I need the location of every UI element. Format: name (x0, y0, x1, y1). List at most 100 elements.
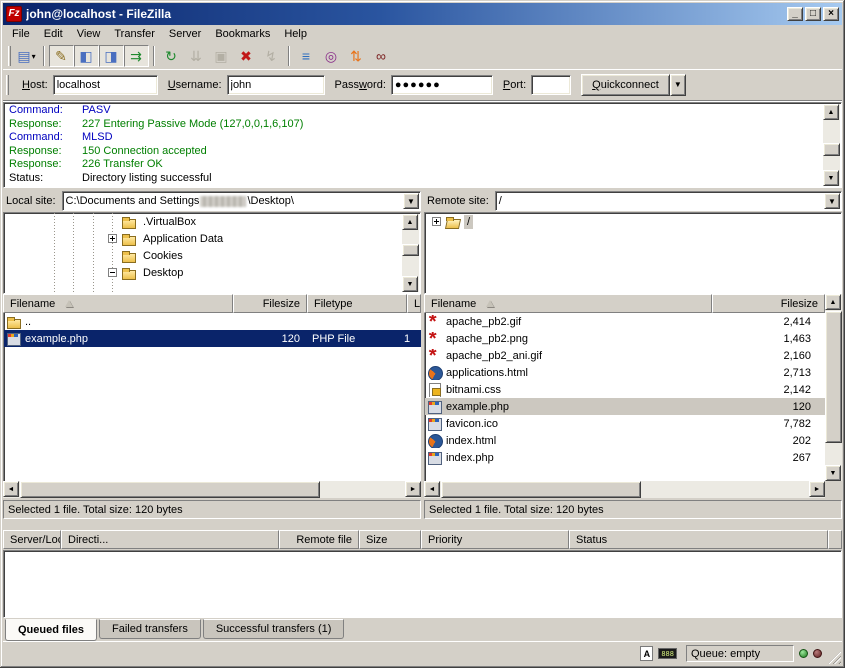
scrollbar-thumb[interactable] (441, 481, 641, 498)
local-list-hscrollbar[interactable]: ◄ ► (3, 481, 421, 498)
applications.html[interactable]: applications.html 2,713 (425, 364, 825, 381)
queue-column-header[interactable] (828, 530, 842, 549)
tree-expander-icon[interactable] (108, 234, 117, 243)
tree-item[interactable]: / (425, 213, 841, 230)
tab-failed-transfers[interactable]: Failed transfers (99, 619, 201, 639)
site-manager-button[interactable]: ▤▾ (14, 45, 39, 67)
..[interactable]: .. (4, 313, 421, 330)
example.php[interactable]: example.php 120 (425, 398, 825, 415)
menu-view[interactable]: View (70, 26, 108, 42)
scroll-up-icon[interactable]: ▲ (825, 294, 841, 310)
menu-transfer[interactable]: Transfer (107, 26, 162, 42)
scroll-up-icon[interactable]: ▲ (402, 214, 418, 230)
html-file-icon (427, 434, 443, 448)
filter-button[interactable]: ≡ (294, 45, 319, 67)
apache_pb2_ani.gif[interactable]: apache_pb2_ani.gif 2,160 (425, 347, 825, 364)
column-header-filename[interactable]: Filename (424, 294, 712, 313)
column-header-filesize[interactable]: Filesize (712, 294, 825, 313)
bitnami.css[interactable]: bitnami.css 2,142 (425, 381, 825, 398)
queue-column-header[interactable]: Priority (421, 530, 569, 549)
refresh-button[interactable]: ↻ (159, 45, 184, 67)
toolbar-separator (153, 46, 155, 66)
menu-bookmarks[interactable]: Bookmarks (208, 26, 277, 42)
username-input[interactable] (227, 75, 325, 95)
tree-item[interactable]: Application Data (4, 230, 420, 247)
log-scrollbar[interactable]: ▲ ▼ (823, 104, 840, 186)
ico-file-icon (427, 417, 443, 431)
close-button[interactable]: × (823, 7, 839, 21)
minimize-button[interactable]: _ (787, 7, 803, 21)
process-queue-button[interactable]: ⇊ (184, 45, 209, 67)
index.html[interactable]: index.html 202 (425, 432, 825, 449)
scroll-left-icon[interactable]: ◄ (424, 481, 440, 497)
remote-list-hscrollbar[interactable]: ◄ ► (424, 481, 825, 498)
column-header-filesize[interactable]: Filesize (233, 294, 307, 313)
tab-queued-files[interactable]: Queued files (5, 619, 97, 641)
scroll-up-icon[interactable]: ▲ (823, 104, 839, 120)
host-input[interactable] (53, 75, 158, 95)
scrollbar-thumb[interactable] (825, 311, 842, 443)
password-label: Password: (335, 79, 386, 91)
sort-ascending-icon (486, 300, 494, 307)
maximize-button[interactable]: □ (805, 7, 821, 21)
toggle-remote-tree-button[interactable]: ◨ (99, 45, 124, 67)
menu-help[interactable]: Help (277, 26, 314, 42)
queue-column-header[interactable]: Server/Local file (3, 530, 61, 549)
scrollbar-thumb[interactable] (402, 244, 419, 256)
column-header-filename[interactable]: Filename (3, 294, 233, 313)
tree-item[interactable]: Cookies (4, 247, 420, 264)
directory-comparison-button[interactable]: ◎ (319, 45, 344, 67)
queue-column-header[interactable]: Size (359, 530, 421, 549)
menu-edit[interactable]: Edit (37, 26, 70, 42)
resize-grip[interactable] (828, 651, 841, 664)
quickconnect-dropdown[interactable]: ▼ (670, 74, 686, 96)
scroll-left-icon[interactable]: ◄ (3, 481, 19, 497)
index.php[interactable]: index.php 267 (425, 449, 825, 466)
scroll-right-icon[interactable]: ► (405, 481, 421, 497)
menu-file[interactable]: File (5, 26, 37, 42)
scroll-down-icon[interactable]: ▼ (825, 465, 841, 481)
example.php[interactable]: example.php 120 PHP File 1 (4, 330, 421, 347)
message-log: Command: PASV Response: 227 Entering Pas… (3, 102, 842, 188)
column-header-filetype[interactable]: Filetype (307, 294, 407, 313)
quickconnect-button[interactable]: Quickconnect (581, 74, 670, 96)
tab-successful-transfers[interactable]: Successful transfers (1) (203, 619, 345, 639)
find-files-button[interactable]: ∞ (369, 45, 394, 67)
tree-expander-icon[interactable] (432, 217, 441, 226)
tree-expander-icon[interactable] (108, 268, 117, 277)
apache_pb2.png[interactable]: apache_pb2.png 1,463 (425, 330, 825, 347)
cancel-button[interactable]: ▣ (209, 45, 234, 67)
local-list-header: Filename Filesize Filetype L (3, 294, 421, 313)
tree-item[interactable]: Desktop (4, 264, 420, 281)
scroll-down-icon[interactable]: ▼ (402, 276, 418, 292)
remote-file-list: apache_pb2.gif 2,414 apache_pb2.png 1,46… (424, 313, 825, 481)
scrollbar-thumb[interactable] (20, 481, 320, 498)
combo-dropdown-icon[interactable]: ▼ (403, 193, 419, 209)
scrollbar-thumb[interactable] (823, 143, 840, 156)
port-input[interactable] (531, 75, 571, 95)
queue-column-header[interactable]: Directi... (61, 530, 279, 549)
menu-server[interactable]: Server (162, 26, 208, 42)
queue-column-header[interactable]: Status (569, 530, 828, 549)
scroll-right-icon[interactable]: ► (809, 481, 825, 497)
scroll-down-icon[interactable]: ▼ (823, 170, 839, 186)
queue-list[interactable] (3, 550, 842, 618)
remote-site-combobox[interactable]: / ▼ (495, 191, 842, 211)
local-tree-scrollbar[interactable]: ▲ ▼ (402, 214, 419, 292)
toggle-transfer-queue-button[interactable]: ⇉ (124, 45, 149, 67)
favicon.ico[interactable]: favicon.ico 7,782 (425, 415, 825, 432)
queue-column-header[interactable]: Remote file (279, 530, 359, 549)
password-input[interactable] (391, 75, 493, 95)
column-header-modified[interactable]: L (407, 294, 421, 313)
tree-item[interactable]: .VirtualBox (4, 213, 420, 230)
synchronized-browsing-button[interactable]: ⇅ (344, 45, 369, 67)
remote-list-scrollbar[interactable]: ▲ ▼ (825, 294, 842, 481)
combo-dropdown-icon[interactable]: ▼ (824, 193, 840, 209)
toggle-local-tree-button[interactable]: ◧ (74, 45, 99, 67)
toolbar-separator (288, 46, 290, 66)
toggle-message-log-button[interactable]: ✎ (49, 45, 74, 67)
local-site-combobox[interactable]: C:\Documents and Settings\Desktop\ ▼ (62, 191, 421, 211)
disconnect-button[interactable]: ✖ (234, 45, 259, 67)
apache_pb2.gif[interactable]: apache_pb2.gif 2,414 (425, 313, 825, 330)
reconnect-button[interactable]: ↯ (259, 45, 284, 67)
